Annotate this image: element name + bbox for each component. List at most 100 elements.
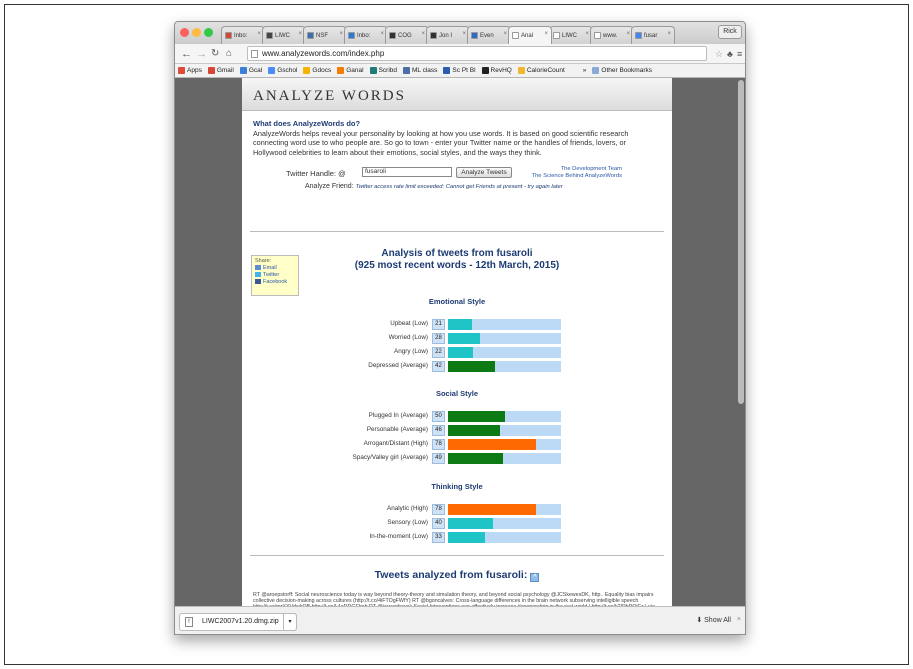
- address-bar[interactable]: www.analyzewords.com/index.php: [247, 46, 707, 61]
- browser-tab[interactable]: Jon I ×: [426, 26, 470, 44]
- download-item[interactable]: ! LIWC2007v1.20.dmg.zip ▾: [179, 613, 297, 631]
- score-bar-track: [448, 411, 561, 422]
- score-row: Plugged In (Average) 50: [242, 411, 672, 422]
- score-bar-fill: [448, 319, 472, 330]
- score-value: 28: [432, 333, 445, 344]
- back-arrow-icon[interactable]: ←: [181, 47, 192, 61]
- handle-form: Twitter Handle: @ fusaroli Analyze Tweet…: [242, 166, 672, 193]
- bookmark-item[interactable]: Gschol: [268, 67, 297, 74]
- page-icon: [251, 50, 258, 58]
- home-icon[interactable]: ⌂: [226, 47, 232, 61]
- bookmark-item[interactable]: Gdocs: [303, 67, 331, 74]
- browser-tab[interactable]: NSF ×: [303, 26, 347, 44]
- tab-label: Even: [480, 32, 494, 39]
- close-tab-icon[interactable]: ×: [339, 31, 343, 37]
- close-tab-icon[interactable]: ×: [462, 31, 466, 37]
- score-row: Angry (Low) 22: [242, 347, 672, 358]
- development-team-link[interactable]: The Development Team: [522, 166, 622, 173]
- analyze-tweets-button[interactable]: Analyze Tweets: [456, 167, 512, 178]
- score-bar-track: [448, 319, 561, 330]
- close-tab-icon[interactable]: ×: [380, 31, 384, 37]
- friend-error-message: Twitter access rate limit exceeded: Cann…: [355, 184, 563, 190]
- bookmark-icon: [268, 67, 276, 74]
- score-bar-track: [448, 504, 561, 515]
- science-link[interactable]: The Science Behind AnalyzeWords: [522, 173, 622, 180]
- close-window-button[interactable]: [180, 28, 189, 37]
- browser-window: Inbo: × LIWC × NSF × Inbo: × COG × Jon I × Even × Anal…: [174, 21, 746, 635]
- close-tab-icon[interactable]: ×: [298, 31, 302, 37]
- bookmark-item[interactable]: Scribd: [369, 67, 397, 74]
- other-bookmarks-folder[interactable]: Other Bookmarks: [592, 67, 652, 74]
- bookmark-item[interactable]: Gmail: [207, 67, 234, 74]
- browser-tab[interactable]: Inbo: ×: [344, 26, 388, 44]
- score-bar-track: [448, 333, 561, 344]
- tab-label: fusar: [644, 32, 658, 39]
- download-bar: ! LIWC2007v1.20.dmg.zip ▾ ⬇ Show All ×: [175, 606, 745, 634]
- browser-tab[interactable]: Anal ×: [508, 26, 552, 44]
- score-value: 49: [432, 453, 445, 464]
- close-tab-icon[interactable]: ×: [585, 31, 589, 37]
- browser-tab[interactable]: LIWC ×: [262, 26, 306, 44]
- google-icon: [635, 32, 642, 39]
- analysis-subtitle: (925 most recent words - 12th March, 201…: [354, 260, 560, 271]
- browser-tab[interactable]: COG ×: [385, 26, 429, 44]
- bookmark-icon: [443, 67, 451, 74]
- star-icon[interactable]: ☆: [715, 47, 723, 61]
- score-bar-fill: [448, 347, 473, 358]
- score-bar-fill: [448, 361, 495, 372]
- zoom-window-button[interactable]: [204, 28, 213, 37]
- score-label: Angry (Low): [394, 348, 428, 355]
- profile-button[interactable]: Rick: [718, 25, 742, 39]
- reload-icon[interactable]: ↻: [211, 47, 219, 61]
- browser-tab[interactable]: www. ×: [590, 26, 634, 44]
- extension-icon[interactable]: ♣: [727, 47, 733, 61]
- site-logo[interactable]: ANALYZE WORDS: [242, 78, 672, 111]
- score-row: Analytic (High) 78: [242, 504, 672, 515]
- bookmark-item[interactable]: Gcal: [239, 67, 262, 74]
- close-tab-icon[interactable]: ×: [503, 31, 507, 37]
- close-tab-icon[interactable]: ×: [257, 31, 261, 37]
- show-all-downloads-button[interactable]: ⬇ Show All: [696, 616, 731, 624]
- close-tab-icon[interactable]: ×: [544, 31, 548, 37]
- analysis-title: Analysis of tweets from fusaroli: [381, 248, 533, 259]
- bookmark-item[interactable]: Ganal: [337, 67, 364, 74]
- close-tab-icon[interactable]: ×: [421, 31, 425, 37]
- score-label: Plugged In (Average): [368, 412, 428, 419]
- menu-icon[interactable]: ≡: [737, 47, 742, 61]
- forward-arrow-icon[interactable]: →: [196, 47, 207, 61]
- bookmark-item[interactable]: CalorieCount: [517, 67, 565, 74]
- bookmarks-bar: Apps Gmail Gcal Gschol Gdocs Ganal Scribd ML cl…: [175, 64, 745, 78]
- bookmark-label: Ganal: [346, 67, 364, 74]
- bookmark-item[interactable]: RevHQ: [481, 67, 512, 74]
- score-bar-track: [448, 361, 561, 372]
- score-bar-track: [448, 453, 561, 464]
- scrollbar[interactable]: [738, 80, 744, 404]
- share-facebook-link[interactable]: Facebook: [255, 279, 298, 286]
- bookmark-icon: [207, 67, 215, 74]
- bookmark-item[interactable]: ML class: [403, 67, 437, 74]
- twitter-handle-input[interactable]: fusaroli: [362, 167, 452, 177]
- collapse-icon[interactable]: ^: [530, 573, 540, 582]
- page-icon: [594, 32, 601, 39]
- score-row: In-the-moment (Low) 33: [242, 532, 672, 543]
- browser-tab[interactable]: Inbo: ×: [221, 26, 265, 44]
- close-tab-icon[interactable]: ×: [667, 31, 671, 37]
- score-value: 50: [432, 411, 445, 422]
- bookmark-label: Gdocs: [312, 67, 332, 74]
- divider: [250, 231, 664, 232]
- browser-tab[interactable]: LIWC ×: [549, 26, 593, 44]
- bookmark-item[interactable]: Apps: [178, 67, 202, 74]
- minimize-window-button[interactable]: [192, 28, 201, 37]
- close-tab-icon[interactable]: ×: [626, 31, 630, 37]
- browser-tab[interactable]: Even ×: [467, 26, 511, 44]
- download-menu-button[interactable]: ▾: [283, 613, 297, 631]
- browser-tab[interactable]: fusar ×: [631, 26, 675, 44]
- bookmark-item[interactable]: Sc Pt Bl: [443, 67, 476, 74]
- share-twitter-link[interactable]: Twitter: [255, 272, 298, 279]
- close-download-bar-icon[interactable]: ×: [737, 616, 741, 623]
- eventbrite-icon: [471, 32, 478, 39]
- score-row: Sensory (Low) 40: [242, 518, 672, 529]
- grid-icon: [389, 32, 396, 39]
- score-row: Upbeat (Low) 21: [242, 319, 672, 330]
- more-bookmarks-chevron[interactable]: »: [583, 67, 587, 74]
